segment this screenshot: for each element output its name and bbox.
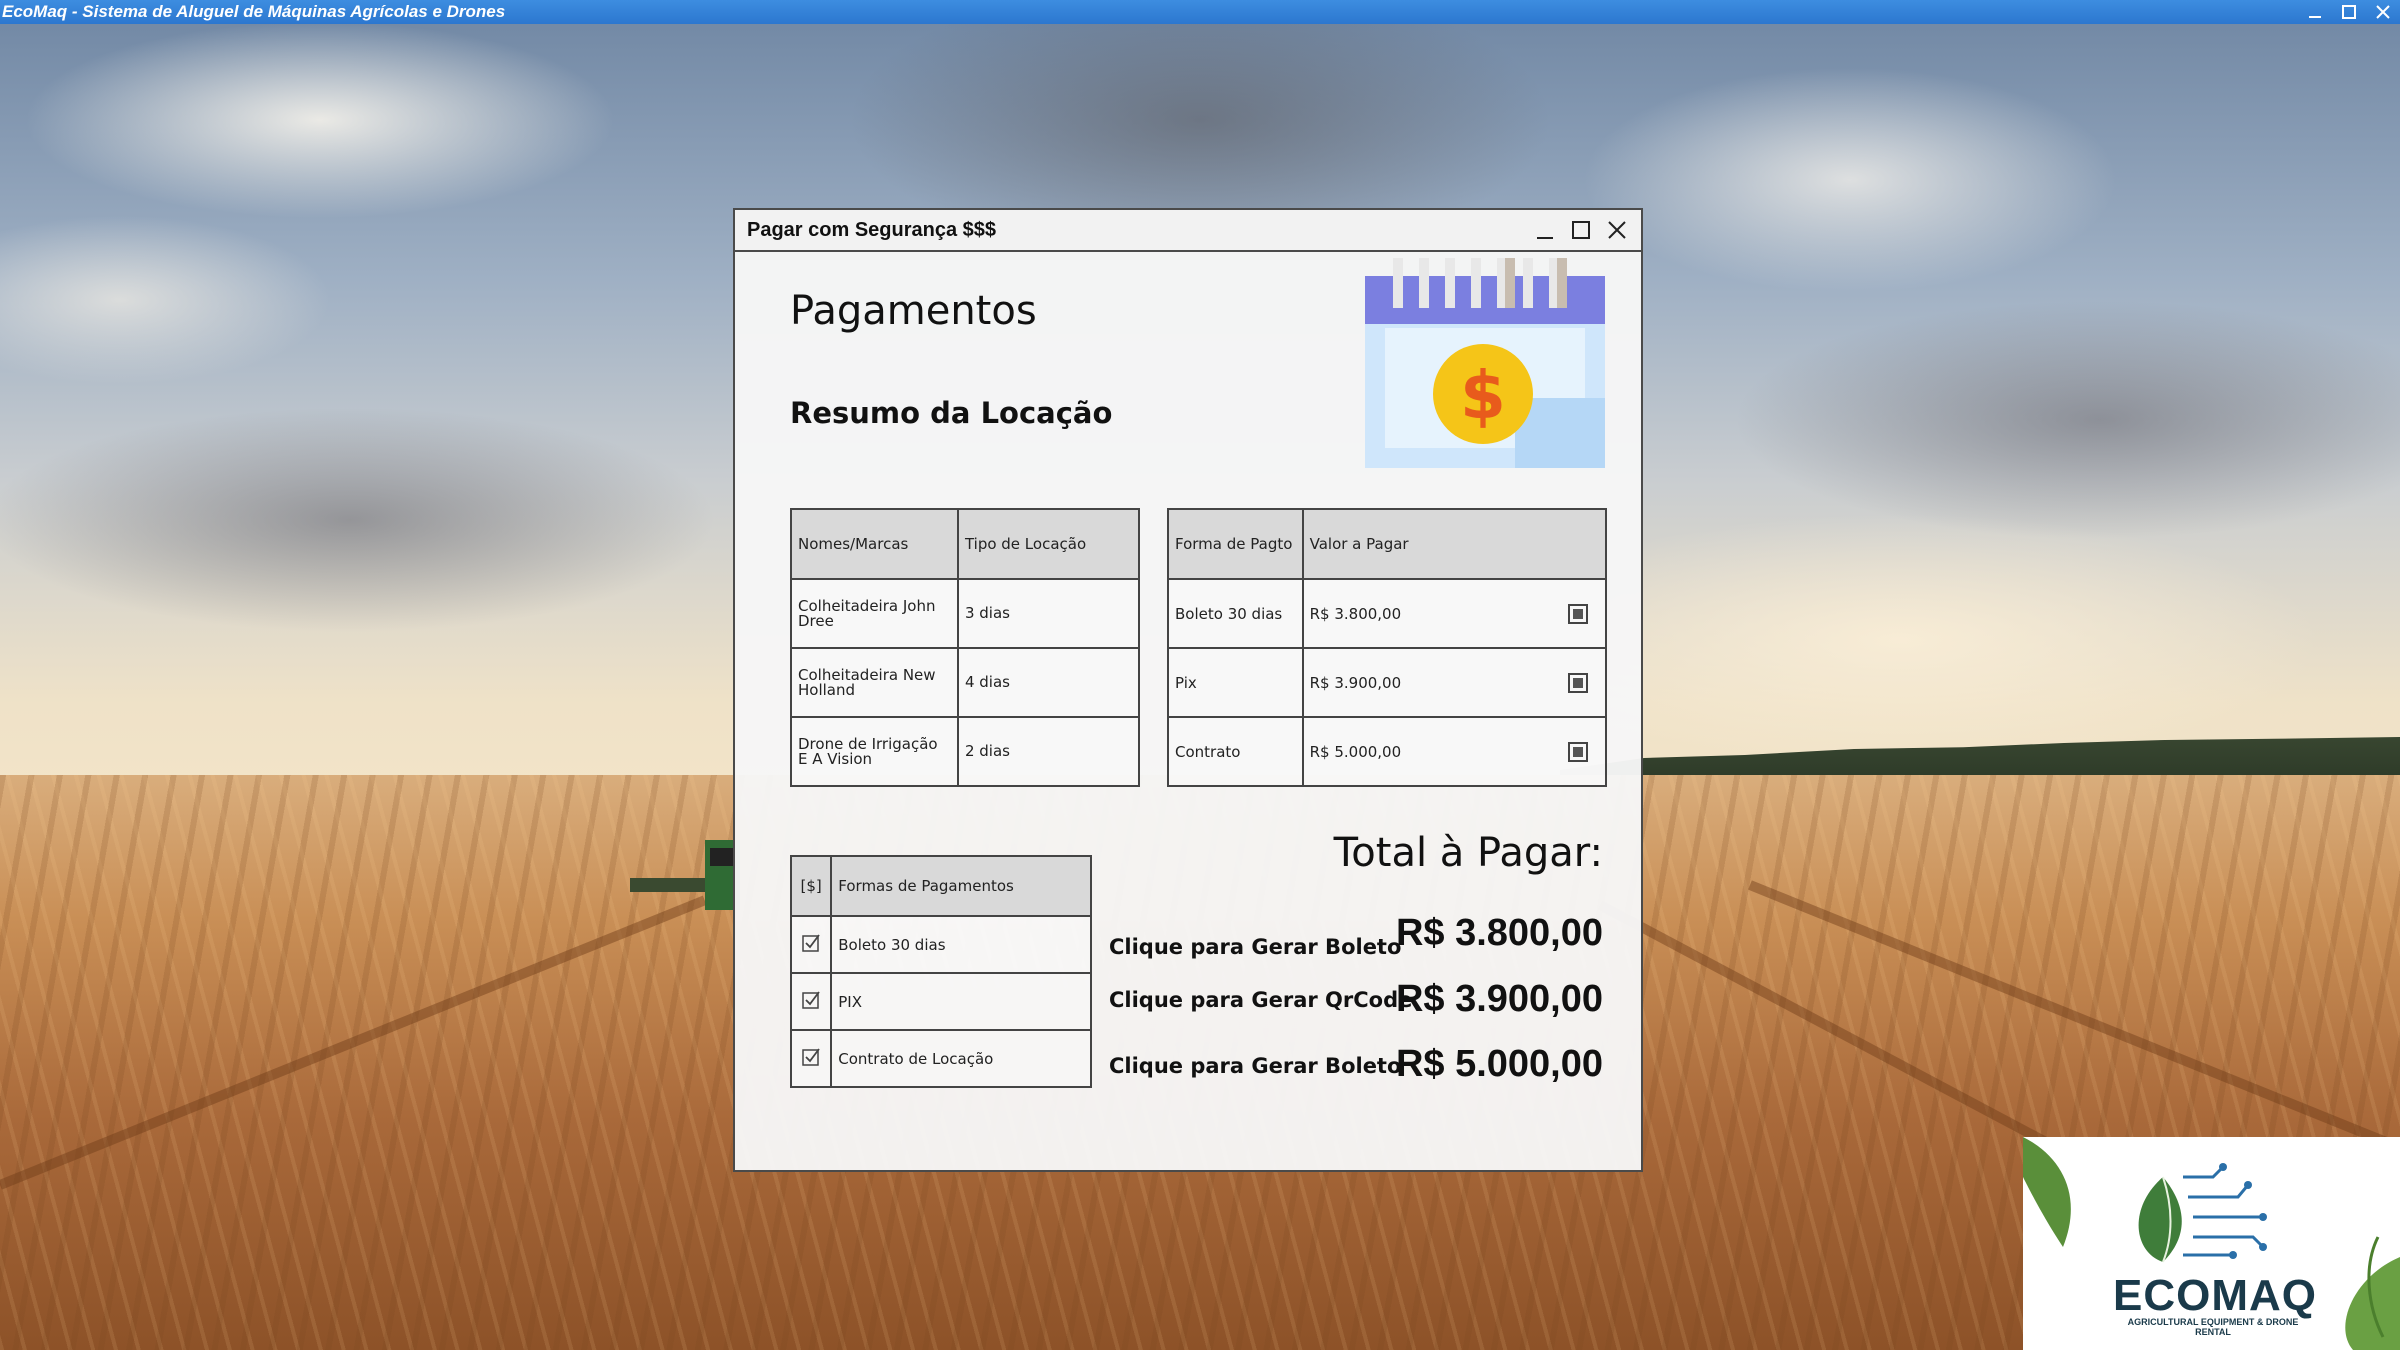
checkbox-cell[interactable]: [789, 915, 833, 974]
close-button[interactable]: [2366, 0, 2400, 24]
minimize-icon: [1537, 237, 1553, 239]
app-title: EcoMaq - Sistema de Aluguel de Máquinas …: [2, 2, 506, 21]
logo-name: ECOMAQ: [2113, 1271, 2317, 1320]
total-amount: R$ 5.000,00: [1395, 1043, 1603, 1085]
rental-type: 3 dias: [956, 578, 1141, 649]
minimize-icon: [2309, 16, 2321, 18]
table-row[interactable]: Boleto 30 dias: [789, 915, 1092, 974]
rental-type: 2 dias: [956, 716, 1141, 787]
payment-method: Contrato: [1167, 716, 1304, 787]
table-row[interactable]: Contrato R$ 5.000,00: [1167, 716, 1608, 787]
page-title: Pagamentos: [790, 288, 1037, 334]
payment-value: R$ 3.800,00: [1309, 604, 1402, 623]
rental-type: 4 dias: [956, 647, 1141, 718]
ecomaq-logo: ECOMAQ AGRICULTURAL EQUIPMENT & DRONE RE…: [2023, 1137, 2400, 1350]
select-toggle-icon[interactable]: [1567, 741, 1589, 763]
generate-qrcode-link[interactable]: Clique para Gerar QrCode: [1109, 988, 1412, 1012]
select-toggle-icon[interactable]: [1567, 672, 1589, 694]
select-toggle-icon[interactable]: [1567, 603, 1589, 625]
payment-forms-table: [$] Formas de Pagamentos Boleto 30 dias …: [789, 855, 1092, 1088]
total-amount: R$ 3.800,00: [1395, 912, 1603, 954]
table-row[interactable]: Pix R$ 3.900,00: [1167, 647, 1608, 718]
column-header: Forma de Pagto: [1167, 508, 1304, 580]
rental-name: Colheitadeira New Holland: [790, 647, 959, 718]
close-icon: [1608, 221, 1626, 239]
dialog-titlebar: Pagar com Segurança $$$: [735, 210, 1641, 252]
minimize-button[interactable]: [2298, 0, 2332, 24]
maximize-icon: [2342, 5, 2356, 19]
table-header-row: Nomes/Marcas Tipo de Locação: [790, 508, 1141, 580]
logo-tagline: AGRICULTURAL EQUIPMENT & DRONE RENTAL: [2127, 1317, 2299, 1337]
app-titlebar: EcoMaq - Sistema de Aluguel de Máquinas …: [0, 0, 2400, 24]
payment-value: R$ 3.900,00: [1309, 673, 1402, 692]
total-label: Total à Pagar:: [1333, 830, 1603, 876]
column-header: Tipo de Locação: [956, 508, 1141, 580]
generate-boleto-link[interactable]: Clique para Gerar Boleto: [1109, 1054, 1401, 1078]
dialog-minimize-button[interactable]: [1531, 216, 1559, 244]
checkbox-checked-icon[interactable]: [801, 990, 821, 1010]
payment-method: Boleto 30 dias: [1167, 578, 1304, 649]
table-header-row: [$] Formas de Pagamentos: [789, 855, 1092, 917]
table-row[interactable]: Contrato de Locação: [789, 1029, 1092, 1088]
checkbox-cell[interactable]: [789, 972, 833, 1031]
table-row[interactable]: Colheitadeira New Holland 4 dias: [790, 647, 1141, 718]
column-header: Formas de Pagamentos: [830, 855, 1092, 917]
payment-dialog: Pagar com Segurança $$$ Pagamentos Resum…: [733, 208, 1643, 1172]
payment-form-label: Contrato de Locação: [830, 1029, 1092, 1088]
maximize-button[interactable]: [2332, 0, 2366, 24]
payment-value-cell: R$ 3.900,00: [1301, 647, 1608, 718]
total-amount: R$ 3.900,00: [1395, 978, 1603, 1020]
close-icon: [2376, 5, 2390, 19]
column-header: Nomes/Marcas: [790, 508, 959, 580]
dialog-title: Pagar com Segurança $$$: [747, 218, 997, 241]
payment-value-cell: R$ 5.000,00: [1301, 716, 1608, 787]
svg-text:$: $: [1460, 357, 1506, 434]
payment-value: R$ 5.000,00: [1309, 742, 1402, 761]
column-header: Valor a Pagar: [1301, 508, 1608, 580]
table-header-row: Forma de Pagto Valor a Pagar: [1167, 508, 1608, 580]
dialog-close-button[interactable]: [1603, 216, 1631, 244]
dialog-maximize-button[interactable]: [1567, 216, 1595, 244]
checkbox-cell[interactable]: [789, 1029, 833, 1088]
section-title: Resumo da Locação: [790, 396, 1113, 430]
table-row[interactable]: Drone de Irrigação E A Vision 2 dias: [790, 716, 1141, 787]
table-row[interactable]: PIX: [789, 972, 1092, 1031]
payment-method: Pix: [1167, 647, 1304, 718]
table-row[interactable]: Colheitadeira John Dree 3 dias: [790, 578, 1141, 649]
dialog-window-controls: [1531, 216, 1631, 244]
table-row[interactable]: Boleto 30 dias R$ 3.800,00: [1167, 578, 1608, 649]
payment-form-label: Boleto 30 dias: [830, 915, 1092, 974]
rental-summary-table: Nomes/Marcas Tipo de Locação Colheitadei…: [790, 508, 1141, 787]
generate-boleto-link[interactable]: Clique para Gerar Boleto: [1109, 935, 1401, 959]
maximize-icon: [1572, 221, 1590, 239]
payment-form-label: PIX: [830, 972, 1092, 1031]
payment-values-table: Forma de Pagto Valor a Pagar Boleto 30 d…: [1167, 508, 1608, 787]
rental-name: Drone de Irrigação E A Vision: [790, 716, 959, 787]
column-header: [$]: [789, 855, 833, 917]
harvester-image: [630, 840, 740, 910]
calendar-dollar-icon: $: [1365, 258, 1605, 468]
app-window-controls: [2298, 0, 2400, 24]
checkbox-checked-icon[interactable]: [801, 1047, 821, 1067]
payment-value-cell: R$ 3.800,00: [1301, 578, 1608, 649]
rental-name: Colheitadeira John Dree: [790, 578, 959, 649]
checkbox-checked-icon[interactable]: [801, 933, 821, 953]
